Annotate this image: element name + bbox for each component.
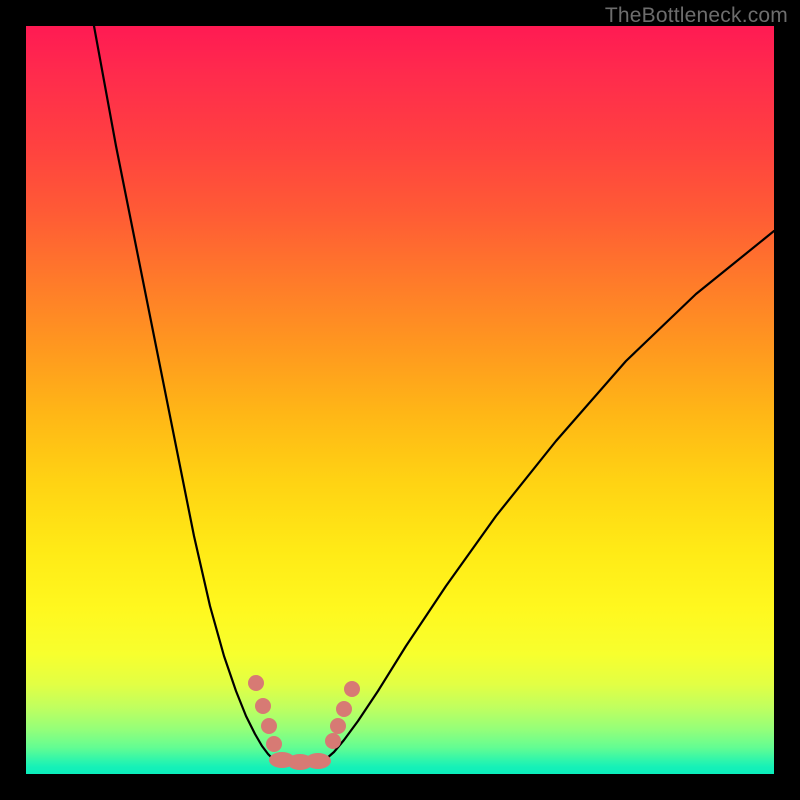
outer-frame: TheBottleneck.com [0,0,800,800]
curve-right-branch [326,231,774,759]
marker-left-0 [248,675,264,691]
marker-left-2 [261,718,277,734]
bottleneck-curve [26,26,774,774]
watermark-label: TheBottleneck.com [605,4,788,28]
marker-right-0 [325,733,341,749]
marker-left-3 [266,736,282,752]
curve-left-branch [94,26,273,759]
marker-floor-2 [305,753,331,769]
marker-left-1 [255,698,271,714]
marker-right-1 [330,718,346,734]
marker-right-2 [336,701,352,717]
markers-group [248,675,360,770]
marker-right-3 [344,681,360,697]
plot-area [26,26,774,774]
